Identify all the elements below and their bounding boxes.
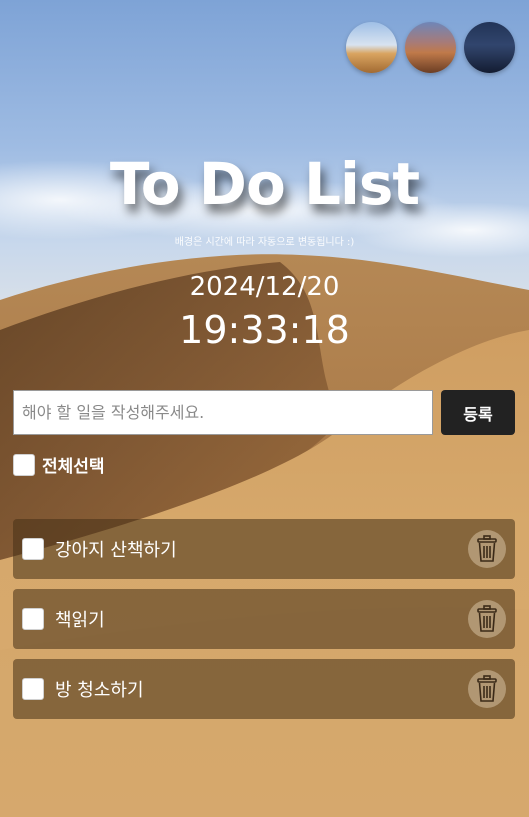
current-date: 2024/12/20 bbox=[189, 272, 340, 302]
trash-icon bbox=[477, 675, 497, 702]
page-subtitle: 배경은 시간에 따라 자동으로 변동됩니다 :) bbox=[174, 237, 355, 248]
trash-icon bbox=[477, 535, 497, 562]
theme-night-button[interactable] bbox=[464, 22, 515, 73]
select-all-label: 전체선택 bbox=[42, 457, 105, 477]
todo-checkbox[interactable] bbox=[22, 608, 44, 630]
submit-button[interactable]: 등록 bbox=[441, 390, 515, 435]
todo-checkbox[interactable] bbox=[22, 538, 44, 560]
todo-list: 강아지 산책하기 책읽기 방 청소하기 bbox=[13, 519, 515, 729]
theme-selector bbox=[346, 22, 515, 73]
delete-button[interactable] bbox=[468, 600, 506, 638]
todo-text: 강아지 산책하기 bbox=[55, 540, 177, 561]
todo-input[interactable] bbox=[13, 390, 433, 435]
delete-button[interactable] bbox=[468, 530, 506, 568]
page-title: To Do List bbox=[109, 150, 420, 218]
todo-checkbox[interactable] bbox=[22, 678, 44, 700]
trash-icon bbox=[477, 605, 497, 632]
todo-input-row: 등록 bbox=[13, 390, 515, 435]
select-all[interactable]: 전체선택 bbox=[13, 452, 105, 477]
todo-text: 책읽기 bbox=[55, 610, 105, 631]
delete-button[interactable] bbox=[468, 670, 506, 708]
todo-item: 방 청소하기 bbox=[13, 659, 515, 719]
select-all-checkbox[interactable] bbox=[13, 453, 35, 476]
todo-text: 방 청소하기 bbox=[55, 680, 144, 701]
todo-item: 책읽기 bbox=[13, 589, 515, 649]
todo-item: 강아지 산책하기 bbox=[13, 519, 515, 579]
theme-sunset-button[interactable] bbox=[405, 22, 456, 73]
theme-day-button[interactable] bbox=[346, 22, 397, 73]
current-time: 19:33:18 bbox=[179, 308, 350, 352]
